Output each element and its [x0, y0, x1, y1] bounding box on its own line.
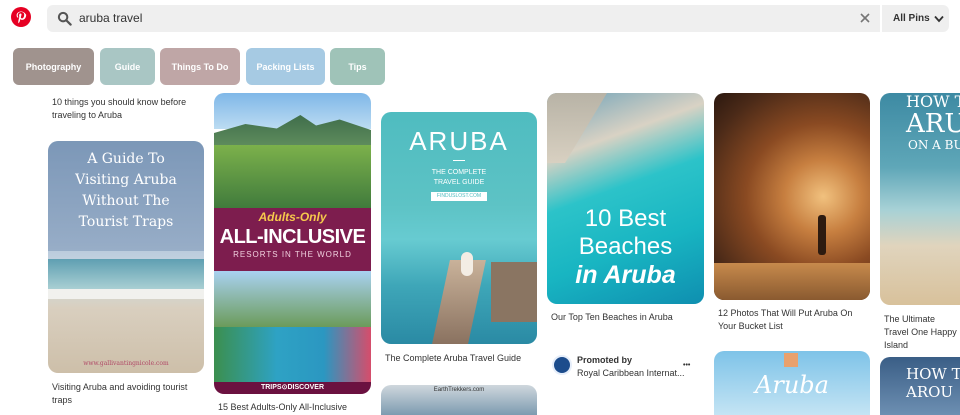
pin-site-url: www.gallivantingnicole.com — [83, 360, 169, 367]
pin-site-label: FINDUSLOST.COM — [431, 192, 487, 201]
pin-caption[interactable]: Visiting Aruba and avoiding tourist trap… — [52, 381, 202, 407]
pin-title-line: A Guide To — [87, 151, 165, 167]
chip-things-to-do[interactable]: Things To Do — [160, 48, 240, 85]
pin-title-line: ARU — [906, 109, 960, 139]
pin-earthtrekkers[interactable]: EarthTrekkers.com — [381, 385, 537, 415]
pin-badge-main: ALL-INCLUSIVE — [219, 226, 366, 248]
pin-guide-aruba[interactable]: A Guide To Visiting Aruba Without The To… — [48, 141, 204, 373]
pin-title-line: Beaches — [578, 233, 673, 260]
pin-aruba-script[interactable]: Aruba — [714, 351, 870, 415]
pin-site-label: EarthTrekkers.com — [433, 387, 485, 393]
pinterest-logo-icon[interactable] — [11, 7, 31, 27]
search-input[interactable]: aruba travel — [79, 11, 142, 25]
pin-badge-sub: RESORTS IN THE WORLD — [233, 250, 352, 259]
more-options-icon[interactable]: ••• — [683, 359, 690, 372]
close-icon[interactable] — [858, 11, 872, 25]
pin-badge-top: Adults-Only — [258, 210, 327, 224]
pin-title: ARUBA — [409, 126, 509, 156]
royal-caribbean-logo-icon[interactable] — [552, 355, 572, 375]
pin-caption[interactable]: 15 Best Adults-Only All-Inclusive — [218, 401, 368, 414]
promoted-label: Promoted by — [577, 355, 633, 365]
pin-title-line: AROU — [906, 383, 954, 401]
pin-how-to-around[interactable]: HOW T AROU — [880, 357, 960, 415]
chip-photography[interactable]: Photography — [13, 48, 94, 85]
chip-guide[interactable]: Guide — [100, 48, 155, 85]
pin-brand: TRIPS⊙DISCOVER — [260, 384, 325, 391]
pin-caption[interactable]: 12 Photos That Will Put Aruba On Your Bu… — [718, 307, 868, 333]
search-icon — [57, 11, 72, 26]
pin-title-line: 10 Best — [584, 205, 667, 232]
pin-caption[interactable]: Our Top Ten Beaches in Aruba — [551, 311, 701, 324]
scope-dropdown[interactable]: All Pins — [882, 5, 949, 32]
pin-title-line: Visiting Aruba — [75, 172, 177, 188]
pin-title-line: in Aruba — [575, 261, 676, 289]
pin-ten-best-beaches[interactable]: 10 Best Beaches in Aruba — [547, 93, 704, 304]
chip-packing-lists[interactable]: Packing Lists — [246, 48, 325, 85]
pin-aruba-cave[interactable] — [714, 93, 870, 300]
chevron-down-icon — [934, 15, 944, 22]
pin-title-line: Without The — [82, 193, 170, 209]
pin-title-line: ON A BU — [908, 138, 960, 152]
pin-title-line: Tourist Traps — [78, 214, 174, 230]
pin-title: Aruba — [755, 371, 829, 399]
top-bar: aruba travel All Pins — [0, 0, 960, 40]
pin-how-to-aruba[interactable]: HOW T ARU ON A BU — [880, 93, 960, 305]
pin-subtitle: THE COMPLETE TRAVEL GUIDE — [431, 169, 487, 186]
pin-title-line: HOW T — [906, 365, 960, 383]
pin-caption[interactable]: The Complete Aruba Travel Guide — [385, 352, 535, 365]
scope-label: All Pins — [893, 13, 930, 24]
pin-adults-only[interactable]: Adults-Only ALL-INCLUSIVE RESORTS IN THE… — [214, 93, 371, 394]
chip-tips[interactable]: Tips — [330, 48, 385, 85]
search-bar[interactable]: aruba travel — [47, 5, 880, 32]
pin-caption[interactable]: The Ultimate Travel One Happy Island — [884, 313, 960, 352]
pin-caption[interactable]: 10 things you should know before traveli… — [52, 96, 202, 122]
pin-complete-aruba[interactable]: ARUBA THE COMPLETE TRAVEL GUIDE FINDUSLO… — [381, 112, 537, 344]
promoter-name[interactable]: Royal Caribbean Internat... — [577, 367, 687, 380]
